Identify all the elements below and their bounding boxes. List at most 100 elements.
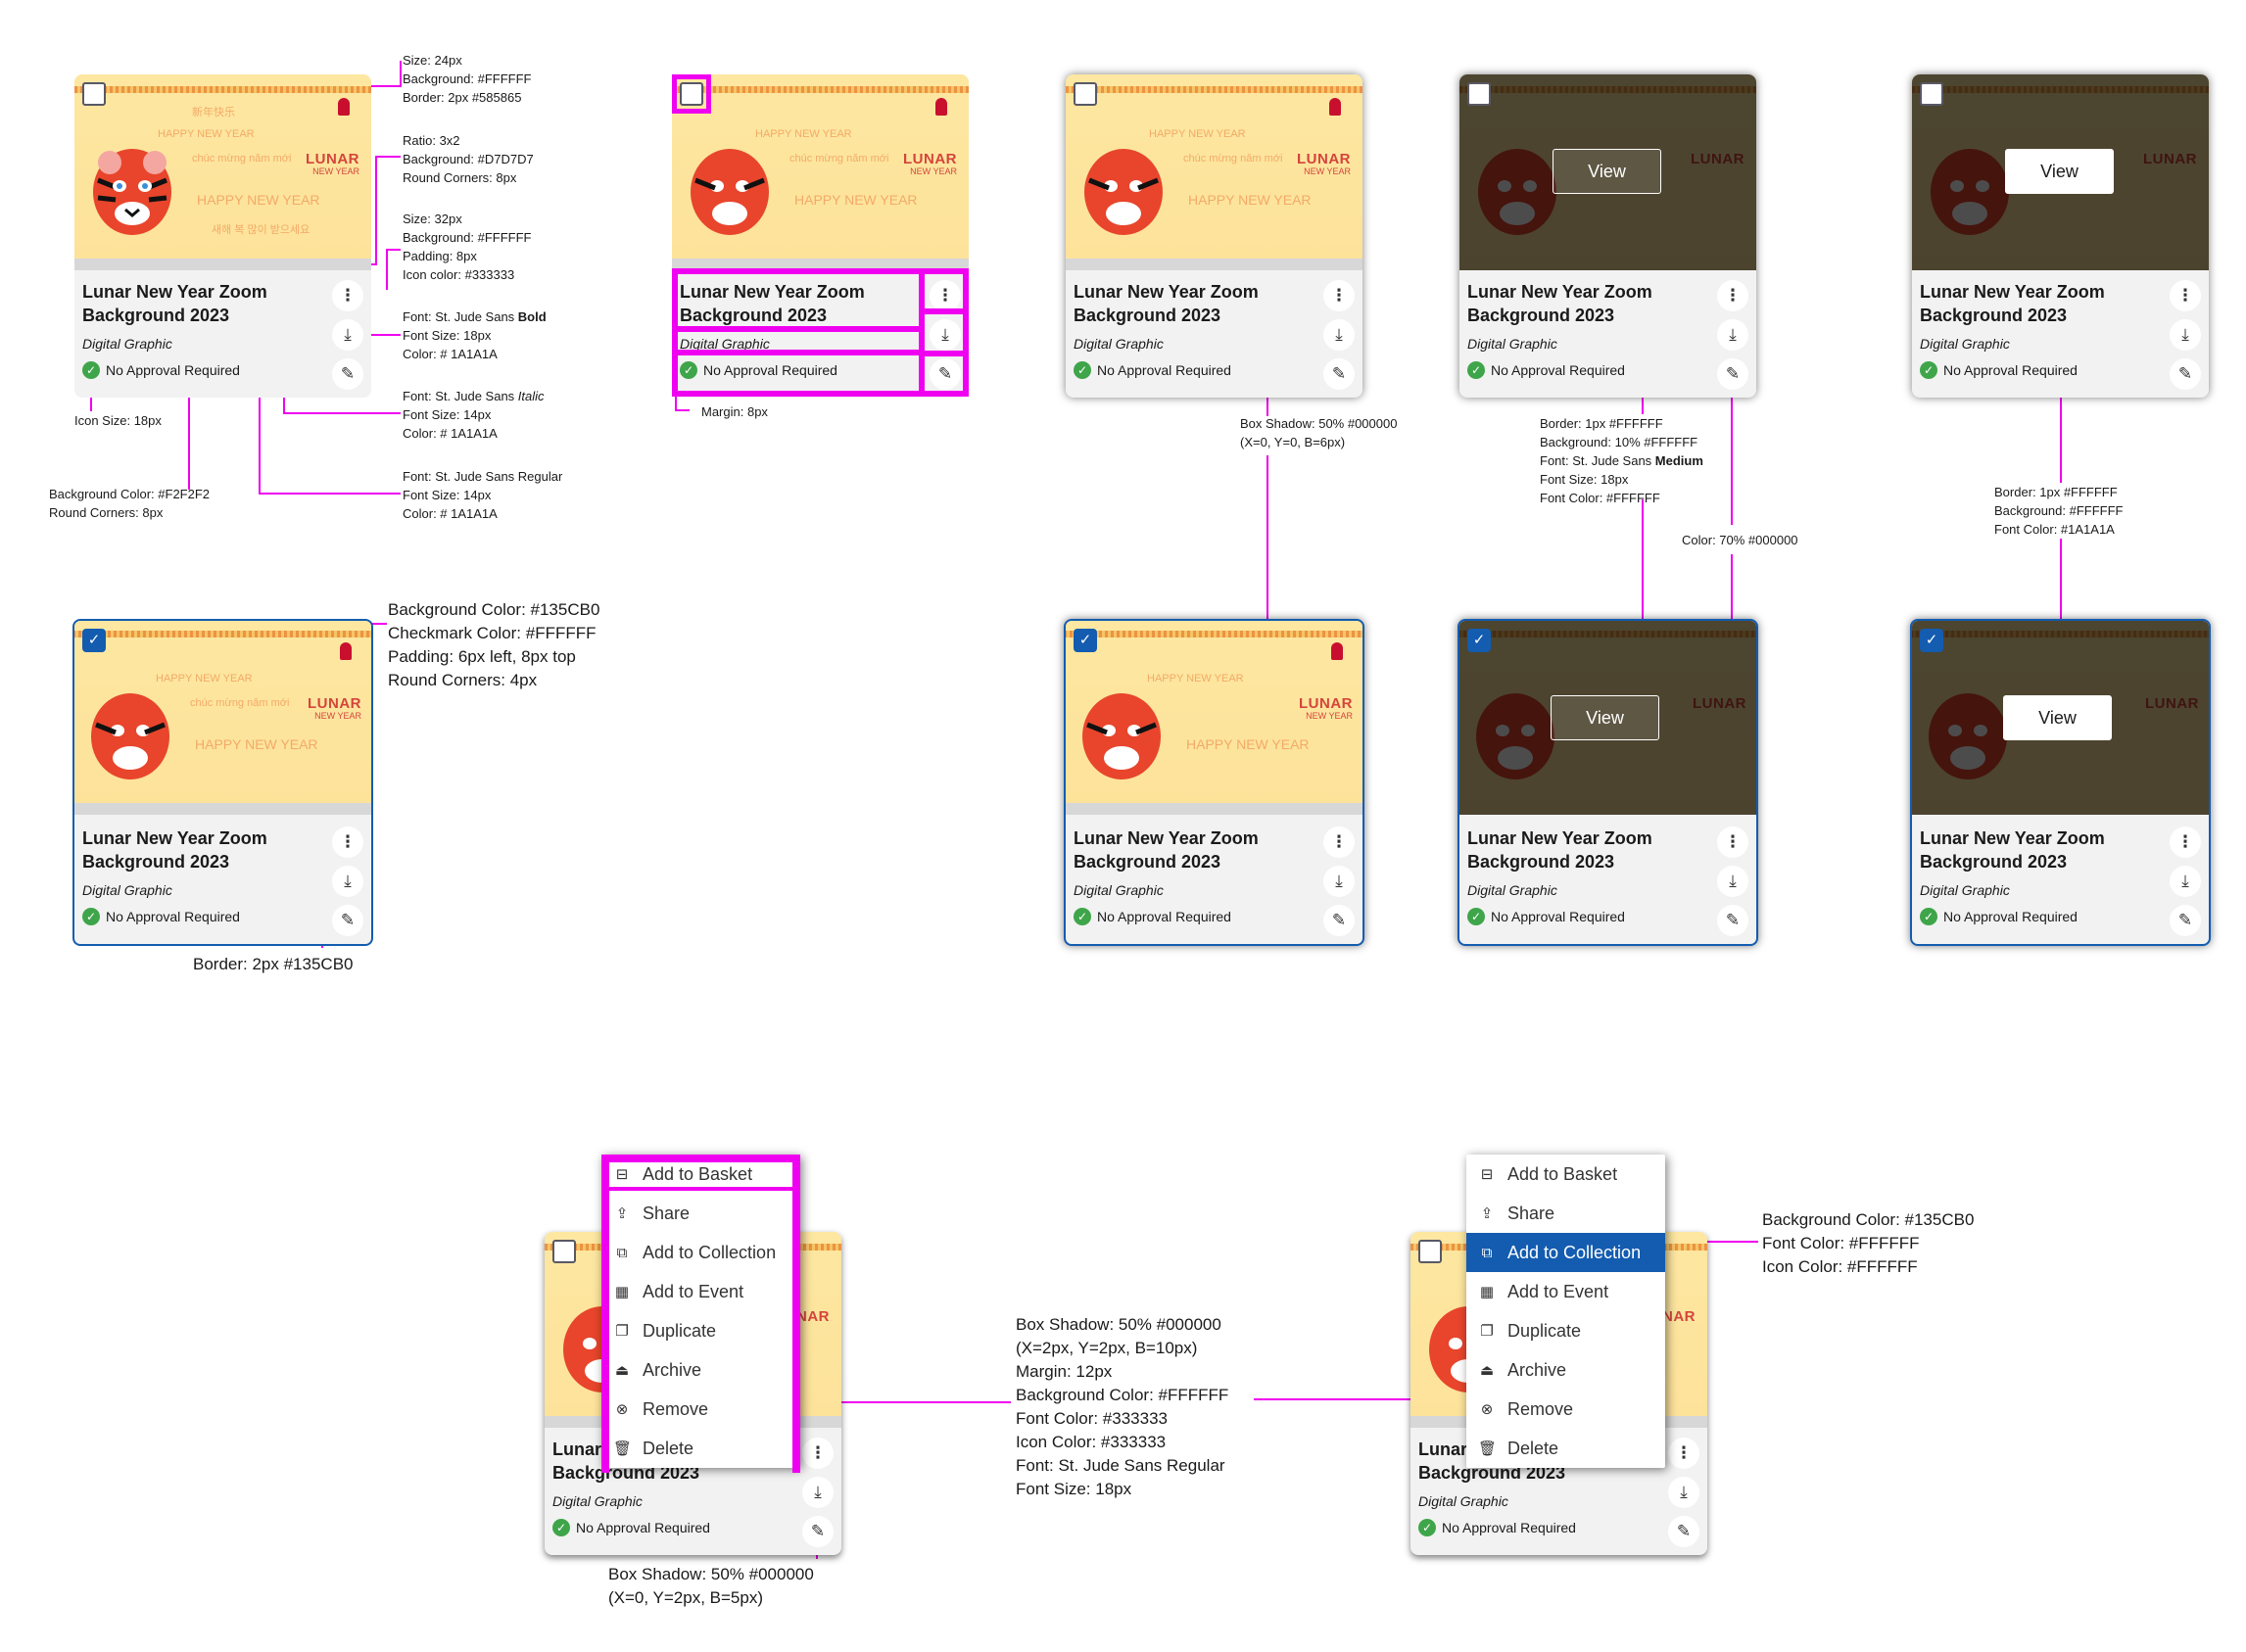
thumbnail[interactable]: LUNAR View [1912, 74, 2209, 270]
menu-item-share[interactable]: ⇪ Share [1466, 1194, 1665, 1233]
download-icon[interactable]: ⤓ [1323, 319, 1355, 351]
download-icon[interactable]: ⤓ [1717, 319, 1748, 351]
select-checkbox-checked[interactable]: ✓ [1467, 629, 1491, 652]
menu-item-label: Add to Basket [1507, 1163, 1618, 1184]
menu-item-add-to-event[interactable]: ▦ Add to Event [1466, 1272, 1665, 1311]
asset-card-selected[interactable]: HAPPY NEW YEAR chúc mừng năm mới HAPPY N… [72, 619, 373, 946]
download-icon[interactable]: ⤓ [332, 319, 363, 351]
download-icon[interactable]: ⤓ [802, 1477, 834, 1508]
more-vertical-icon[interactable]: ⋮ [1323, 280, 1355, 311]
archive-icon: ⏏ [1479, 1362, 1495, 1379]
asset-card-hover-overlay[interactable]: LUNAR View Lunar New Year Zoom Backgroun… [1459, 74, 1756, 398]
select-checkbox[interactable] [82, 82, 106, 106]
edit-icon[interactable]: ✎ [1323, 358, 1355, 390]
thumbnail[interactable]: LUNAR View [1459, 621, 1756, 815]
annotation-line: Background: #FFFFFF [403, 230, 532, 245]
card-title: Lunar New Year Zoom Background 2023 [1467, 282, 1652, 325]
thumbnail[interactable]: LUNAR View [1912, 621, 2209, 815]
select-checkbox-checked[interactable]: ✓ [1074, 629, 1097, 652]
more-vertical-icon[interactable]: ⋮ [1717, 280, 1748, 311]
select-checkbox-checked[interactable]: ✓ [82, 629, 106, 652]
annotation-subtitle-font: Font: St. Jude Sans Italic Font Size: 14… [403, 387, 545, 443]
thumbnail[interactable]: HAPPY NEW YEAR chúc mừng năm mới HAPPY N… [74, 621, 371, 815]
annotation-icon-size: Icon Size: 18px [74, 413, 162, 428]
menu-item-archive[interactable]: ⏏ Archive [1466, 1350, 1665, 1390]
tiger-illustration [93, 149, 171, 235]
select-checkbox[interactable] [1074, 82, 1097, 106]
check-circle-icon: ✓ [552, 1519, 570, 1536]
margin-divider [672, 326, 919, 332]
remove-icon: ⊗ [1480, 1401, 1494, 1418]
download-icon[interactable]: ⤓ [332, 866, 363, 897]
download-icon[interactable]: ⤓ [1717, 866, 1748, 897]
more-vertical-icon[interactable]: ⋮ [802, 1438, 834, 1469]
menu-item-add-to-basket[interactable]: ⊟ Add to Basket [1466, 1155, 1665, 1194]
annotation-fragment: Bold [517, 309, 547, 324]
menu-item-remove[interactable]: ⊗ Remove [1466, 1390, 1665, 1429]
st-jude-logo [1329, 98, 1341, 116]
menu-item-add-to-collection[interactable]: ⧉ Add to Collection [1466, 1233, 1665, 1272]
thumbnail[interactable]: HAPPY NEW YEAR chúc mừng năm mới HAPPY N… [672, 74, 969, 270]
st-jude-logo [935, 98, 947, 116]
asset-card-selected-hover[interactable]: HAPPY NEW YEAR HAPPY NEW YEAR LUNAR NEW … [1064, 619, 1364, 946]
edit-icon[interactable]: ✎ [332, 905, 363, 936]
thumbnail[interactable]: LUNAR View [1459, 74, 1756, 270]
asset-card-hover[interactable]: HAPPY NEW YEAR chúc mừng năm mới HAPPY N… [1066, 74, 1362, 398]
asset-card-default[interactable]: 新年快乐 HAPPY NEW YEAR chúc mừng năm mới HA… [74, 74, 371, 398]
view-button[interactable]: View [1551, 695, 1659, 740]
asset-card-selected-view-active[interactable]: LUNAR View ✓ Lunar New Year Zoom Backgro… [1910, 619, 2211, 946]
annotation-line: Font: St. Jude Sans Medium [1540, 451, 1703, 470]
menu-item-label: Remove [1507, 1398, 1574, 1419]
approval-status: ✓ No Approval Required [82, 908, 240, 925]
more-vertical-icon[interactable]: ⋮ [1323, 826, 1355, 858]
asset-card-selected-overlay[interactable]: LUNAR View ✓ Lunar New Year Zoom Backgro… [1458, 619, 1758, 946]
select-checkbox[interactable] [1920, 82, 1943, 106]
edit-icon[interactable]: ✎ [1323, 905, 1355, 936]
edit-icon[interactable]: ✎ [332, 358, 363, 390]
select-checkbox[interactable] [552, 1240, 576, 1263]
more-vertical-icon[interactable]: ⋮ [2170, 280, 2201, 311]
select-checkbox-checked[interactable]: ✓ [1920, 629, 1943, 652]
annotation-line: Icon Color: #FFFFFF [1762, 1257, 1918, 1276]
more-vertical-icon[interactable]: ⋮ [1668, 1438, 1699, 1469]
asset-card-hover-view-active[interactable]: LUNAR View Lunar New Year Zoom Backgroun… [1912, 74, 2209, 398]
edit-icon[interactable]: ✎ [1668, 1516, 1699, 1547]
edit-icon[interactable]: ✎ [2170, 905, 2201, 936]
edit-icon[interactable]: ✎ [1717, 905, 1748, 936]
edit-icon[interactable]: ✎ [1717, 358, 1748, 390]
margin-divider [919, 308, 969, 314]
annotation-view-solid: Border: 1px #FFFFFF Background: #FFFFFF … [1994, 483, 2123, 539]
more-vertical-icon[interactable]: ⋮ [1717, 826, 1748, 858]
menu-margin-highlight [601, 1155, 800, 1473]
select-checkbox[interactable] [1418, 1240, 1442, 1263]
thumbnail[interactable]: HAPPY NEW YEAR chúc mừng năm mới HAPPY N… [1066, 74, 1362, 270]
thumb-text: HAPPY NEW YEAR [794, 192, 918, 208]
thumbnail[interactable]: 新年快乐 HAPPY NEW YEAR chúc mừng năm mới HA… [74, 74, 371, 270]
card-subtitle: Digital Graphic [1074, 336, 1164, 352]
more-vertical-icon[interactable]: ⋮ [332, 826, 363, 858]
annotation-line: Round Corners: 8px [49, 505, 164, 520]
download-icon[interactable]: ⤓ [2170, 319, 2201, 351]
more-vertical-icon[interactable]: ⋮ [332, 280, 363, 311]
view-button[interactable]: View [1553, 149, 1661, 194]
thumbnail[interactable]: HAPPY NEW YEAR HAPPY NEW YEAR LUNAR NEW … [1066, 621, 1362, 815]
thumb-new-year: NEW YEAR [312, 166, 359, 176]
download-icon[interactable]: ⤓ [2170, 866, 2201, 897]
more-vertical-icon[interactable]: ⋮ [2170, 826, 2201, 858]
select-checkbox[interactable] [1467, 82, 1491, 106]
annotation-line: Color: # 1A1A1A [403, 347, 498, 361]
menu-item-delete[interactable]: 🗑 Delete [1466, 1429, 1665, 1468]
view-button[interactable]: View [2005, 149, 2114, 194]
edit-icon[interactable]: ✎ [2170, 358, 2201, 390]
thumb-lunar: LUNAR [306, 151, 359, 167]
annotation-line: Font: St. Jude Sans Bold [403, 307, 547, 326]
edit-icon[interactable]: ✎ [802, 1516, 834, 1547]
view-button[interactable]: View [2003, 695, 2112, 740]
download-icon[interactable]: ⤓ [1323, 866, 1355, 897]
menu-item-duplicate[interactable]: ❐ Duplicate [1466, 1311, 1665, 1350]
download-icon[interactable]: ⤓ [1668, 1477, 1699, 1508]
card-title: Lunar New Year Zoom Background 2023 [82, 828, 267, 872]
thumb-text: HAPPY NEW YEAR [195, 736, 318, 752]
menu-item-label: Add to Event [1507, 1281, 1609, 1301]
check-circle-icon: ✓ [1418, 1519, 1436, 1536]
